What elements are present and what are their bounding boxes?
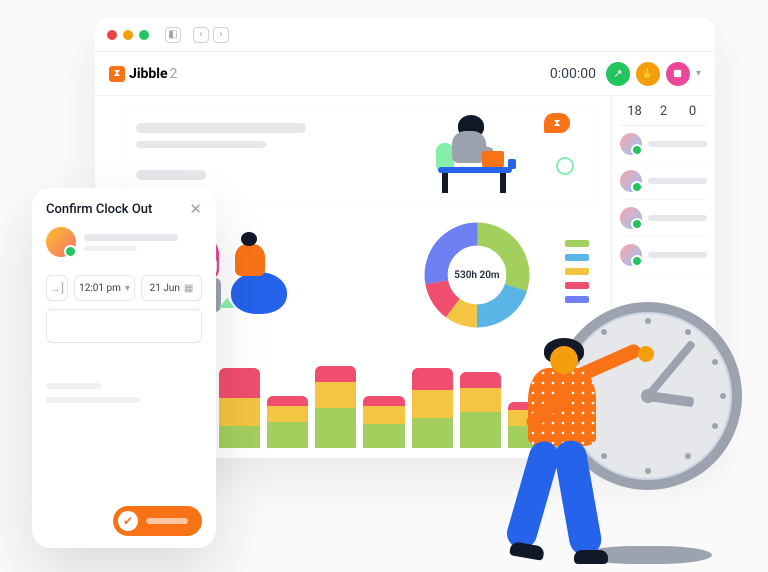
window-zoom-icon[interactable] <box>139 30 149 40</box>
bar <box>363 396 404 448</box>
hero-subtitle-placeholder <box>136 141 266 148</box>
bar <box>315 366 356 448</box>
clock-illustration <box>472 266 742 566</box>
member-name-placeholder <box>648 252 707 258</box>
mini-clock-icon <box>556 157 574 175</box>
legend-chip <box>565 240 589 247</box>
team-member-row[interactable] <box>620 163 707 200</box>
app-logo: Jibble2 <box>109 66 177 82</box>
close-button[interactable]: ✕ <box>189 202 202 217</box>
hero-metric-placeholder <box>136 170 206 180</box>
check-icon: ✔ <box>118 511 138 531</box>
break-button[interactable]: ✋ <box>636 62 660 86</box>
hero-illustration: ⧗ <box>428 115 508 193</box>
clock-in-button[interactable]: ↗ <box>606 62 630 86</box>
user-info <box>84 234 202 251</box>
avatar <box>620 170 642 192</box>
button-label-placeholder <box>146 518 188 524</box>
count-offline: 0 <box>678 104 707 119</box>
member-name-placeholder <box>648 178 707 184</box>
member-name-placeholder <box>648 215 707 221</box>
team-member-row[interactable] <box>620 126 707 163</box>
modal-title: Confirm Clock Out <box>46 202 152 217</box>
user-role-placeholder <box>84 246 137 251</box>
clock-out-modal: Confirm Clock Out ✕ →] 12:01 pm ▾ 21 Jun… <box>32 188 216 548</box>
count-break: 2 <box>649 104 678 119</box>
notes-input[interactable] <box>46 309 202 343</box>
confirm-clock-out-button[interactable]: ✔ <box>113 506 202 536</box>
count-online: 18 <box>620 104 649 119</box>
team-member-row[interactable] <box>620 200 707 237</box>
timer-controls: 0:00:00 ↗ ✋ ▾ <box>550 62 701 86</box>
avatar <box>620 133 642 155</box>
nav-forward-button[interactable]: › <box>213 27 229 43</box>
user-name-placeholder <box>84 234 178 241</box>
window-controls <box>107 30 149 40</box>
window-titlebar: ◧ ‹ › <box>95 18 715 52</box>
status-counts: 18 2 0 <box>620 104 707 126</box>
nav-back-button[interactable]: ‹ <box>193 27 209 43</box>
sidebar-toggle-icon[interactable]: ◧ <box>165 27 181 43</box>
time-value: 12:01 pm <box>79 283 121 294</box>
logo-icon <box>109 66 125 82</box>
calendar-icon: ▦ <box>184 283 193 294</box>
chevron-down-icon: ▾ <box>125 283 130 294</box>
date-field[interactable]: 21 Jun ▦ <box>141 275 202 301</box>
avatar <box>620 244 642 266</box>
window-minimize-icon[interactable] <box>123 30 133 40</box>
hourglass-bubble-icon: ⧗ <box>544 113 570 133</box>
hero-title-placeholder <box>136 123 306 133</box>
window-close-icon[interactable] <box>107 30 117 40</box>
activity-placeholder <box>46 383 202 411</box>
bar <box>219 368 260 448</box>
person-at-laptop-icon <box>428 115 508 193</box>
stop-icon <box>673 69 682 78</box>
app-name: Jibble2 <box>129 66 177 82</box>
bar <box>267 396 308 448</box>
person-adjusting-clock-icon <box>488 338 628 566</box>
member-name-placeholder <box>648 141 707 147</box>
clock-out-button[interactable] <box>666 62 690 86</box>
legend-chip <box>565 254 589 261</box>
bar <box>412 368 453 448</box>
user-avatar <box>46 227 76 257</box>
app-header: Jibble2 0:00:00 ↗ ✋ ▾ <box>95 52 715 96</box>
timer-menu-icon[interactable]: ▾ <box>696 68 701 79</box>
clock-out-icon: →] <box>46 275 68 301</box>
time-field[interactable]: 12:01 pm ▾ <box>74 275 135 301</box>
avatar <box>620 207 642 229</box>
timer-display: 0:00:00 <box>550 66 596 82</box>
date-value: 21 Jun <box>150 283 180 294</box>
